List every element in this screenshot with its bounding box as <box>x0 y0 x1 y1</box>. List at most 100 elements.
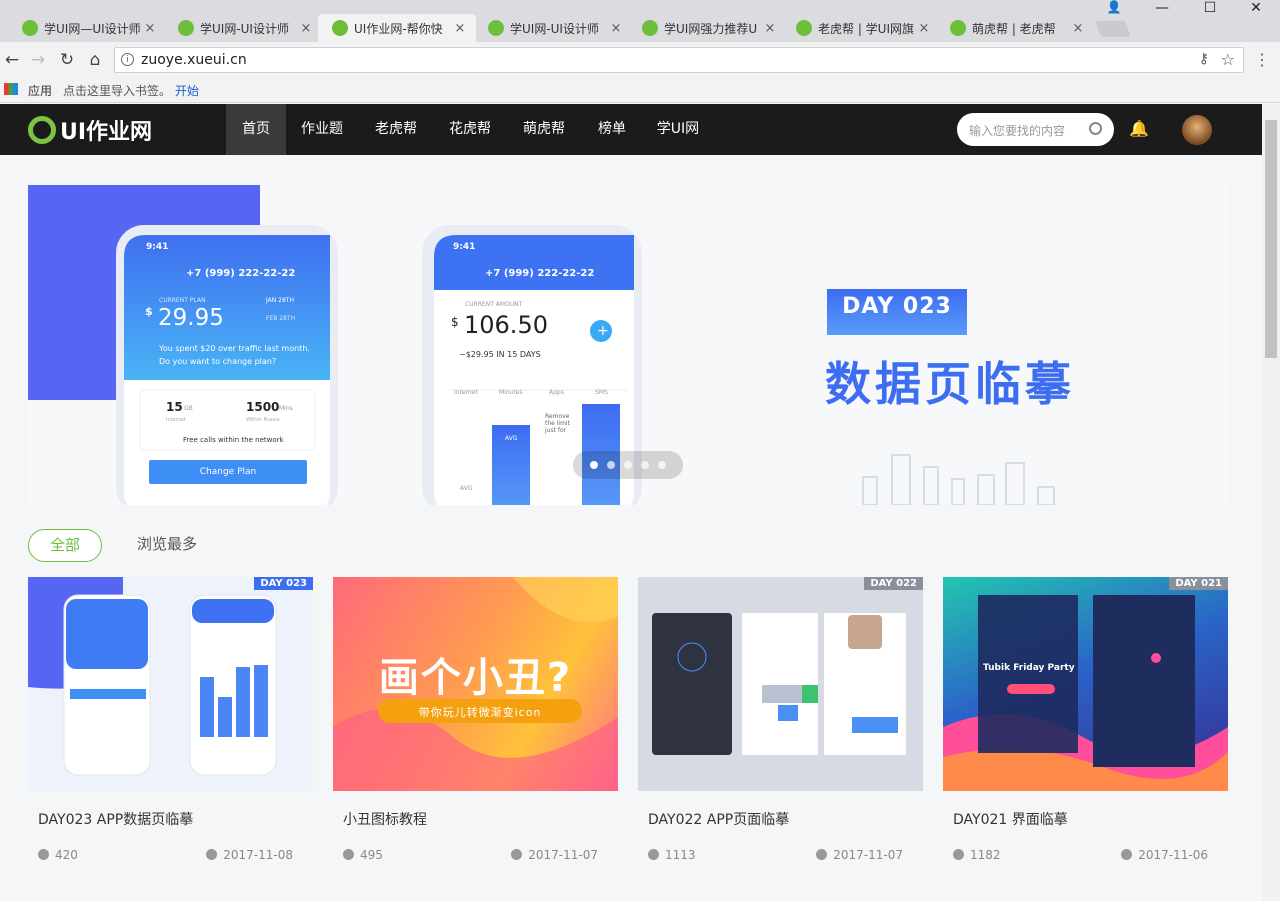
phone2-col-minutes: Minutes <box>499 389 523 396</box>
nav-tiger-group[interactable]: 老虎帮 <box>366 104 426 155</box>
carousel-dot[interactable] <box>658 461 666 469</box>
profile-icon[interactable]: 👤 <box>1094 0 1134 18</box>
clock-icon <box>206 849 218 860</box>
browser-tab[interactable]: 学UI网-UI设计师 × <box>164 14 322 42</box>
thumbnail-event-title: Tubik Friday Party <box>983 663 1075 673</box>
list-item[interactable]: Tubik Friday Party DAY 021 DAY021 界面临摹 1… <box>943 577 1228 877</box>
notification-bell-icon[interactable]: 🔔 <box>1129 119 1149 138</box>
close-tab-icon[interactable]: × <box>608 21 624 36</box>
key-icon[interactable]: ⚷ <box>1199 51 1209 67</box>
change-plan-button: Change Plan <box>199 467 257 477</box>
filter-all[interactable]: 全部 <box>28 529 102 562</box>
minimize-button[interactable]: — <box>1140 0 1184 18</box>
browser-tab[interactable]: 萌虎帮 | 老虎帮 × <box>936 14 1094 42</box>
home-icon[interactable]: ⌂ <box>83 50 107 70</box>
card-date: 2017-11-07 <box>511 848 598 862</box>
import-bookmarks-link[interactable]: 开始 <box>175 82 199 99</box>
list-item[interactable]: DAY 023 DAY023 APP数据页临摹 420 2017-11-08 <box>28 577 313 877</box>
browser-tab-active[interactable]: UI作业网-帮你快 × <box>318 14 476 42</box>
info-icon[interactable]: i <box>121 53 134 66</box>
close-tab-icon[interactable]: × <box>298 21 314 36</box>
search-icon[interactable] <box>1089 122 1102 135</box>
close-tab-icon[interactable]: × <box>1070 21 1086 36</box>
card-title[interactable]: 小丑图标教程 <box>343 809 427 829</box>
phone1-date2: FEB 28TH <box>266 315 296 322</box>
eye-icon <box>38 849 49 860</box>
site-favicon-icon <box>22 20 38 36</box>
forward-icon[interactable]: → <box>26 50 50 70</box>
site-favicon-icon <box>178 20 194 36</box>
card-views: 1182 <box>953 848 1001 862</box>
site-logo[interactable]: UI作业网 <box>28 114 152 146</box>
card-views: 420 <box>38 848 78 862</box>
card-date: 2017-11-06 <box>1121 848 1208 862</box>
browser-tab[interactable]: 学UI网—UI设计师 × <box>8 14 166 42</box>
phone2-avg-label: AVG <box>505 435 518 442</box>
clock-icon <box>511 849 523 860</box>
nav-cute-group[interactable]: 萌虎帮 <box>514 104 574 155</box>
card-title[interactable]: DAY021 界面临摹 <box>953 809 1068 829</box>
list-item[interactable]: DAY 022 DAY022 APP页面临摹 1113 2017-11-07 <box>638 577 923 877</box>
card-date: 2017-11-07 <box>816 848 903 862</box>
day-badge: DAY 021 <box>1169 577 1228 590</box>
nav-xueui[interactable]: 学UI网 <box>650 104 706 155</box>
new-tab-button[interactable] <box>1095 21 1131 37</box>
carousel-dot[interactable] <box>624 461 632 469</box>
nav-home[interactable]: 首页 <box>226 104 286 155</box>
card-views: 495 <box>343 848 383 862</box>
filter-most-viewed[interactable]: 浏览最多 <box>132 529 202 562</box>
apps-link[interactable]: 应用 <box>28 82 52 99</box>
phone1-number: +7 (999) 222-22-22 <box>186 268 296 279</box>
scrollbar-thumb[interactable] <box>1265 120 1277 358</box>
clock-icon <box>1121 849 1133 860</box>
nav-assignments[interactable]: 作业题 <box>292 104 352 155</box>
hero-banner[interactable]: 9:41 +7 (999) 222-22-22 CURRENT PLAN JAN… <box>28 185 1228 505</box>
phone1-mins-sub: Within Russia <box>246 417 280 423</box>
list-item[interactable]: 画个小丑? 带你玩儿转微渐变icon 小丑图标教程 495 2017-11-07 <box>333 577 618 877</box>
search-input[interactable]: 输入您要找的内容 <box>957 113 1114 146</box>
plus-icon: + <box>597 323 609 339</box>
card-title[interactable]: DAY023 APP数据页临摹 <box>38 809 193 829</box>
apps-grid-icon[interactable] <box>4 83 18 95</box>
card-thumbnail[interactable]: DAY 023 <box>28 577 313 791</box>
card-thumbnail[interactable]: 画个小丑? 带你玩儿转微渐变icon <box>333 577 618 791</box>
close-tab-icon[interactable]: × <box>452 21 468 36</box>
close-tab-icon[interactable]: × <box>142 21 158 36</box>
maximize-button[interactable]: ☐ <box>1188 0 1232 18</box>
phone1-spent: You spent $20 over traffic last month. <box>159 344 310 353</box>
carousel-dot[interactable] <box>641 461 649 469</box>
browser-tab[interactable]: 老虎帮 | 学UI网旗 × <box>782 14 940 42</box>
address-input[interactable]: i zuoye.xueui.cn ⚷ ☆ <box>114 47 1244 73</box>
eye-icon <box>343 849 354 860</box>
browser-tab[interactable]: 学UI网-UI设计师 × <box>474 14 632 42</box>
banner-title: 数据页临摹 <box>825 357 1075 411</box>
close-tab-icon[interactable]: × <box>762 21 778 36</box>
site-favicon-icon <box>332 20 348 36</box>
carousel-dot[interactable] <box>607 461 615 469</box>
nav-ranking[interactable]: 榜单 <box>588 104 636 155</box>
card-thumbnail[interactable]: Tubik Friday Party DAY 021 <box>943 577 1228 791</box>
phone1-mins-unit: Mins <box>279 405 293 412</box>
reload-icon[interactable]: ↻ <box>55 50 79 70</box>
bookmark-star-icon[interactable]: ☆ <box>1221 50 1235 69</box>
thumbnail-artwork <box>652 613 906 755</box>
phone2-number: +7 (999) 222-22-22 <box>485 268 595 279</box>
browser-menu-icon[interactable]: ⋮ <box>1254 50 1270 69</box>
nav-flower-group[interactable]: 花虎帮 <box>440 104 500 155</box>
close-tab-icon[interactable]: × <box>916 21 932 36</box>
carousel-dot[interactable] <box>590 461 598 469</box>
phone2-currency: $ <box>451 315 459 329</box>
thumbnail-subtitle: 带你玩儿转微渐变icon <box>418 706 542 719</box>
phone2-time: 9:41 <box>453 242 476 252</box>
back-icon[interactable]: ← <box>0 50 24 70</box>
user-avatar[interactable] <box>1182 115 1212 145</box>
clock-icon <box>816 849 828 860</box>
eye-icon <box>953 849 964 860</box>
thumbnail-headline: 画个小丑? <box>378 655 573 701</box>
phone1-date1: JAN 28TH <box>266 297 294 304</box>
close-window-button[interactable]: ✕ <box>1234 0 1278 18</box>
card-thumbnail[interactable]: DAY 022 <box>638 577 923 791</box>
browser-tab[interactable]: 学UI网强力推荐U × <box>628 14 786 42</box>
card-title[interactable]: DAY022 APP页面临摹 <box>648 809 789 829</box>
phone1-gb-unit: GB <box>184 405 193 412</box>
